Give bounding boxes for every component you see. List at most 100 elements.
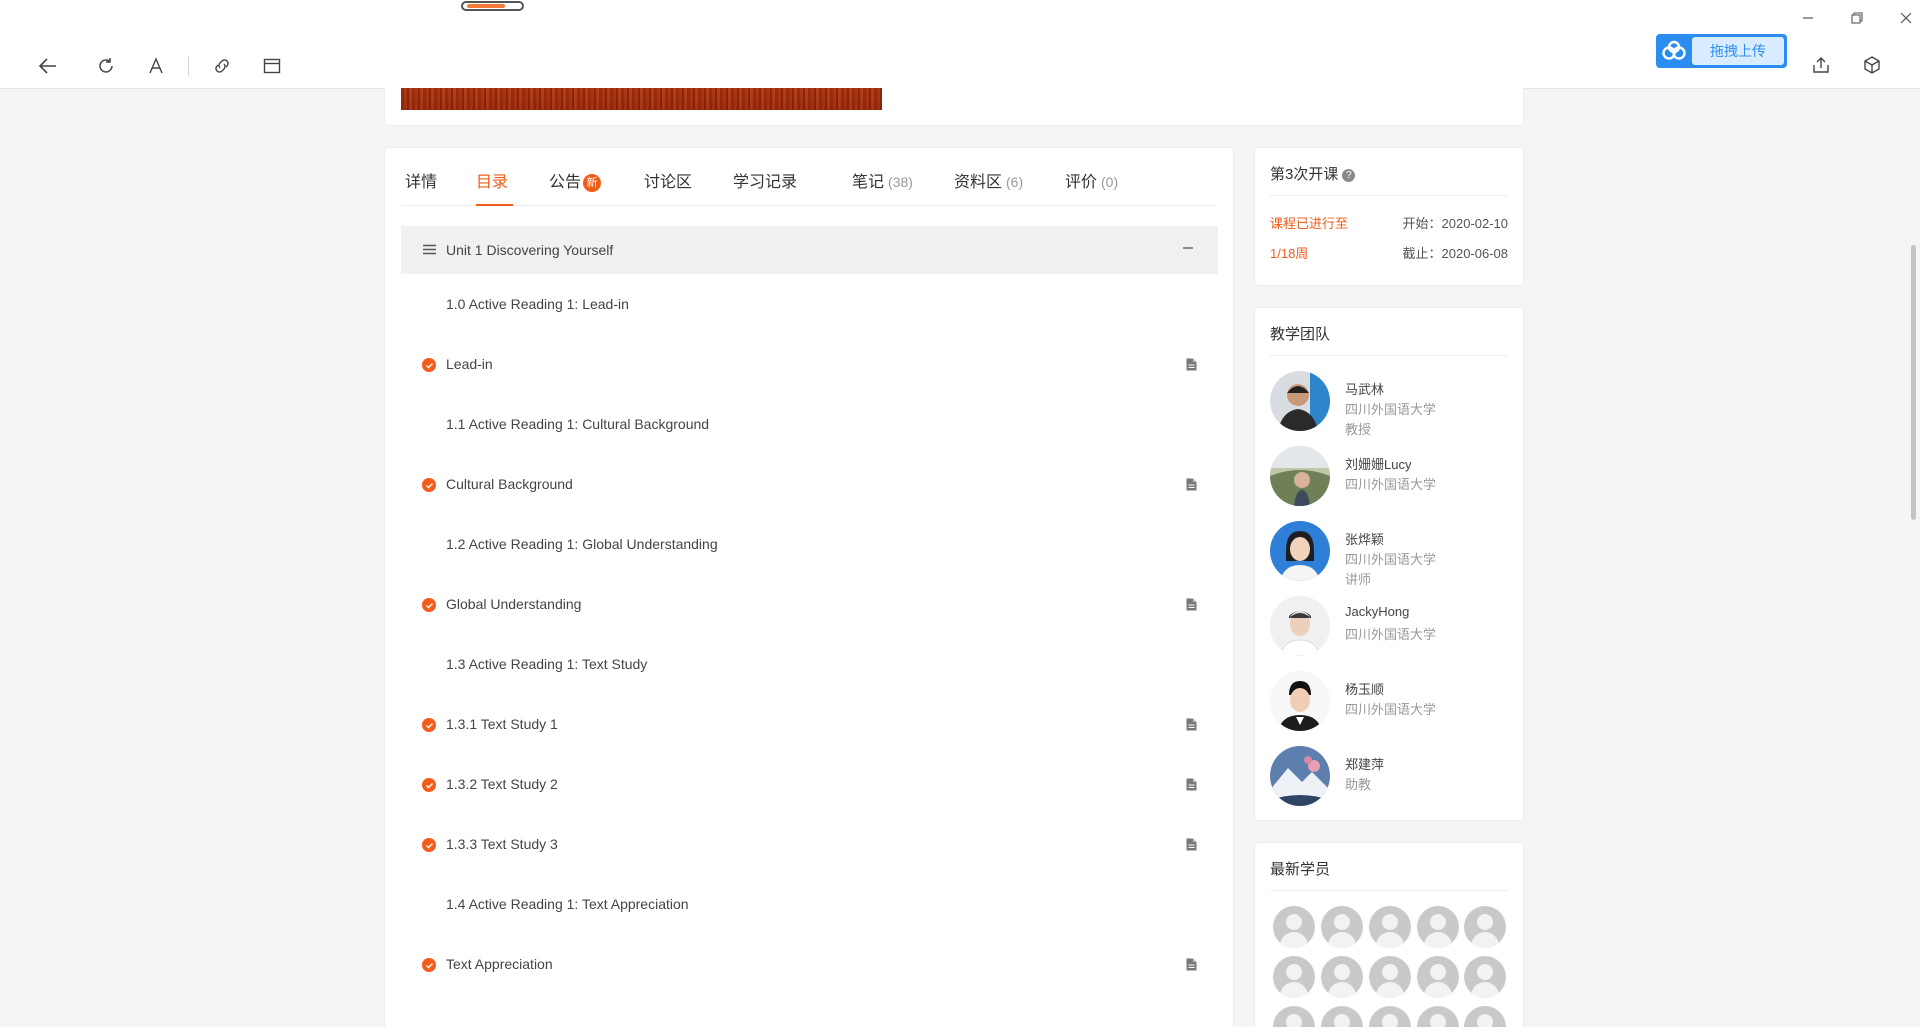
minus-icon (1183, 247, 1193, 249)
unit-title: Unit 1 Discovering Yourself (446, 242, 614, 258)
divider (1270, 890, 1508, 891)
student-avatar[interactable] (1321, 906, 1363, 948)
catalog-lesson-item[interactable]: Global Understanding (401, 574, 1218, 634)
catalog-lesson-item[interactable]: 1.3.2 Text Study 2 (401, 754, 1218, 814)
teacher-item: 刘姗姗Lucy 四川外国语大学 (1270, 446, 1510, 516)
catalog-lesson-item[interactable]: Cultural Background (401, 454, 1218, 514)
teacher-school: 四川外国语大学 (1345, 552, 1437, 567)
catalog-lesson-item[interactable]: 1.3.3 Text Study 3 (401, 814, 1218, 874)
completed-check-icon (422, 358, 436, 372)
package-button[interactable] (1857, 50, 1887, 80)
teacher-name[interactable]: 刘姗姗Lucy (1345, 454, 1411, 473)
tab-materials[interactable]: 资料区 (6) (954, 168, 1023, 206)
catalog-item-label: 1.2 Active Reading 1: Global Understandi… (446, 536, 718, 552)
restore-icon (1851, 12, 1863, 24)
tab-notes[interactable]: 笔记 (38) (852, 168, 913, 206)
help-icon[interactable]: ? (1342, 169, 1356, 182)
tab-discussion[interactable]: 讨论区 (644, 168, 692, 206)
window-icon (263, 58, 281, 74)
catalog-lesson-item[interactable]: Text Appreciation (401, 934, 1218, 994)
teacher-name[interactable]: 杨玉顺 (1345, 679, 1384, 698)
restore-button[interactable] (1847, 8, 1867, 28)
collapse-button[interactable] (1178, 238, 1198, 258)
document-icon[interactable] (1186, 958, 1197, 974)
teacher-name[interactable]: 马武林 (1345, 379, 1384, 398)
avatar[interactable] (1270, 746, 1330, 806)
tab-label: 资料区 (954, 174, 1003, 191)
avatar[interactable] (1270, 596, 1330, 656)
back-button[interactable] (33, 51, 63, 81)
student-avatar[interactable] (1417, 956, 1459, 998)
catalog-item-label: 1.0 Active Reading 1: Lead-in (446, 296, 629, 312)
student-avatar[interactable] (1369, 906, 1411, 948)
document-icon[interactable] (1186, 478, 1197, 494)
teacher-item: 杨玉顺 四川外国语大学 (1270, 671, 1510, 741)
session-title-text: 第3次开课 (1270, 166, 1339, 183)
student-avatar[interactable] (1273, 906, 1315, 948)
course-cover-image (401, 88, 882, 110)
link-button[interactable] (207, 51, 237, 81)
new-badge: 新 (583, 174, 602, 192)
avatar[interactable] (1270, 371, 1330, 431)
teacher-school: 四川外国语大学 (1345, 402, 1437, 417)
student-avatar[interactable] (1464, 956, 1506, 998)
document-icon[interactable] (1186, 358, 1197, 374)
catalog-section-item[interactable]: 1.2 Active Reading 1: Global Understandi… (401, 514, 1218, 574)
page-scrollbar[interactable] (1908, 89, 1920, 1030)
close-window-button[interactable] (1896, 8, 1916, 28)
unit-header[interactable]: Unit 1 Discovering Yourself (401, 226, 1218, 274)
document-icon[interactable] (1186, 718, 1197, 734)
student-avatar[interactable] (1321, 956, 1363, 998)
tab-catalog[interactable]: 目录 (476, 168, 513, 206)
refresh-button[interactable] (91, 51, 121, 81)
teacher-item: 马武林 四川外国语大学 教授 (1270, 371, 1510, 441)
document-icon[interactable] (1186, 778, 1197, 794)
catalog-item-label: Global Understanding (446, 596, 582, 612)
avatar[interactable] (1270, 521, 1330, 581)
catalog-lesson-item[interactable]: Lead-in (401, 334, 1218, 394)
tab-details[interactable]: 详情 (405, 168, 437, 206)
student-avatar[interactable] (1369, 956, 1411, 998)
share-button[interactable] (1806, 50, 1836, 80)
close-icon (1900, 12, 1912, 24)
divider (1270, 355, 1508, 356)
drag-upload-button[interactable]: 拖拽上传 (1656, 34, 1787, 68)
completed-check-icon (422, 958, 436, 972)
upload-label: 拖拽上传 (1692, 37, 1784, 65)
share-icon (1813, 57, 1829, 73)
session-title: 第3次开课? (1270, 163, 1356, 184)
student-avatar[interactable] (1464, 906, 1506, 948)
team-title: 教学团队 (1270, 326, 1331, 343)
font-button[interactable] (141, 51, 171, 81)
window-button[interactable] (257, 51, 287, 81)
catalog-item-label: 1.4 Active Reading 1: Text Appreciation (446, 896, 689, 912)
catalog-lesson-item[interactable]: 1.3.1 Text Study 1 (401, 694, 1218, 754)
tab-count: (38) (888, 174, 913, 190)
avatar[interactable] (1270, 671, 1330, 731)
course-content-card: 详情 目录 公告新 讨论区 学习记录 笔记 (38) 资料区 (6) 评价 (0) U… (384, 147, 1234, 1030)
avatar[interactable] (1270, 446, 1330, 506)
teacher-name[interactable]: JackyHong (1345, 604, 1409, 619)
minimize-button[interactable] (1798, 8, 1818, 28)
catalog-item-label: 1.3.1 Text Study 1 (446, 716, 558, 732)
teacher-school: 四川外国语大学 (1345, 702, 1437, 717)
tab-study-records[interactable]: 学习记录 (733, 168, 797, 206)
student-avatar[interactable] (1417, 906, 1459, 948)
document-icon[interactable] (1186, 598, 1197, 614)
teacher-name[interactable]: 张烨颖 (1345, 529, 1384, 548)
catalog-section-item[interactable]: 1.3 Active Reading 1: Text Study (401, 634, 1218, 694)
browser-toolbar: 拖拽上传 (0, 0, 1920, 89)
document-icon[interactable] (1186, 838, 1197, 854)
catalog-section-item[interactable]: 1.1 Active Reading 1: Cultural Backgroun… (401, 394, 1218, 454)
catalog-item-label: Text Appreciation (446, 956, 553, 972)
latest-students-card: 最新学员 (1254, 842, 1524, 1030)
teacher-title: 讲师 (1345, 572, 1372, 587)
teacher-name[interactable]: 郑建萍 (1345, 754, 1384, 773)
catalog-section-item[interactable]: 1.4 Active Reading 1: Text Appreciation (401, 874, 1218, 934)
teacher-role: 助教 (1345, 777, 1372, 792)
tab-reviews[interactable]: 评价 (0) (1065, 168, 1118, 206)
tab-announcements[interactable]: 公告新 (549, 168, 602, 206)
catalog-section-item[interactable]: 1.0 Active Reading 1: Lead-in (401, 274, 1218, 334)
scrollbar-thumb[interactable] (1911, 245, 1916, 520)
student-avatar[interactable] (1273, 956, 1315, 998)
